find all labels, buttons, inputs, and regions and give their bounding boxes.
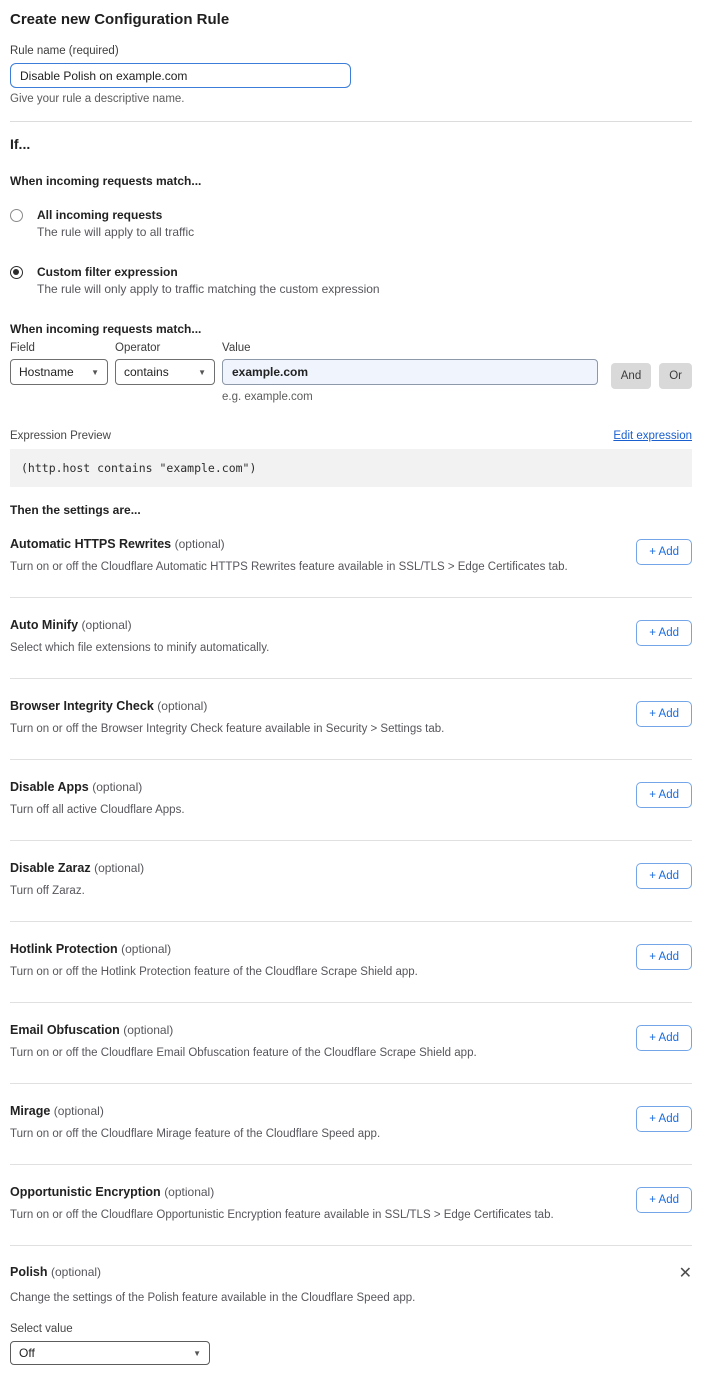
setting-description: Turn on or off the Cloudflare Automatic … — [10, 561, 568, 573]
setting-optional-tag: (optional) — [92, 780, 142, 794]
value-label: Value — [222, 342, 598, 354]
add-setting-button[interactable]: + Add — [636, 539, 692, 565]
field-select-value: Hostname — [19, 365, 74, 379]
add-setting-button[interactable]: + Add — [636, 1106, 692, 1132]
section-divider — [10, 121, 692, 122]
polish-value-select[interactable]: Off ▼ — [10, 1341, 210, 1365]
radio-button-icon[interactable] — [10, 266, 23, 279]
add-setting-button[interactable]: + Add — [636, 701, 692, 727]
field-label: Field — [10, 342, 108, 354]
radio-label: Custom filter expression — [37, 265, 380, 279]
add-setting-button[interactable]: + Add — [636, 1187, 692, 1213]
setting-row: Disable Zaraz (optional) Turn off Zaraz.… — [10, 841, 692, 922]
setting-description: Select which file extensions to minify a… — [10, 642, 269, 654]
operator-select-value: contains — [124, 365, 169, 379]
setting-row: Opportunistic Encryption (optional) Turn… — [10, 1165, 692, 1246]
setting-optional-tag: (optional) — [121, 942, 171, 956]
setting-description: Turn on or off the Browser Integrity Che… — [10, 723, 444, 735]
setting-row: Hotlink Protection (optional) Turn on or… — [10, 922, 692, 1003]
setting-optional-tag: (optional) — [51, 1265, 101, 1279]
setting-description: Turn off all active Cloudflare Apps. — [10, 804, 185, 816]
setting-row: Disable Apps (optional) Turn off all act… — [10, 760, 692, 841]
setting-description: Change the settings of the Polish featur… — [10, 1292, 692, 1304]
field-select[interactable]: Hostname ▼ — [10, 359, 108, 385]
operator-label: Operator — [115, 342, 215, 354]
and-button[interactable]: And — [611, 363, 651, 389]
setting-title: Automatic HTTPS Rewrites (optional) — [10, 537, 568, 551]
radio-all-incoming-requests[interactable]: All incoming requests The rule will appl… — [10, 208, 692, 239]
expression-preview-label: Expression Preview — [10, 430, 111, 442]
setting-row: Mirage (optional) Turn on or off the Clo… — [10, 1084, 692, 1165]
setting-title: Disable Zaraz (optional) — [10, 861, 144, 875]
add-setting-button[interactable]: + Add — [636, 1025, 692, 1051]
setting-optional-tag: (optional) — [164, 1185, 214, 1199]
add-setting-button[interactable]: + Add — [636, 944, 692, 970]
setting-description: Turn off Zaraz. — [10, 885, 144, 897]
setting-optional-tag: (optional) — [175, 537, 225, 551]
setting-description: Turn on or off the Cloudflare Opportunis… — [10, 1209, 554, 1221]
if-heading: If... — [10, 136, 692, 152]
match-type-radio-group: All incoming requests The rule will appl… — [10, 208, 692, 296]
setting-title: Polish (optional) — [10, 1265, 101, 1279]
setting-description: Turn on or off the Hotlink Protection fe… — [10, 966, 418, 978]
setting-title: Opportunistic Encryption (optional) — [10, 1185, 554, 1199]
chevron-down-icon: ▼ — [198, 368, 206, 377]
expression-builder: Field Hostname ▼ Operator contains ▼ Val… — [10, 342, 692, 403]
setting-row: Email Obfuscation (optional) Turn on or … — [10, 1003, 692, 1084]
setting-description: Turn on or off the Cloudflare Email Obfu… — [10, 1047, 477, 1059]
rule-name-hint: Give your rule a descriptive name. — [10, 93, 692, 105]
polish-select-value: Off — [19, 1346, 35, 1360]
rule-name-input[interactable] — [10, 63, 351, 88]
setting-title: Email Obfuscation (optional) — [10, 1023, 477, 1037]
setting-optional-tag: (optional) — [94, 861, 144, 875]
setting-title: Disable Apps (optional) — [10, 780, 185, 794]
setting-description: Turn on or off the Cloudflare Mirage fea… — [10, 1128, 380, 1140]
expression-preview-code: (http.host contains "example.com") — [10, 449, 692, 487]
or-button[interactable]: Or — [659, 363, 692, 389]
setting-optional-tag: (optional) — [82, 618, 132, 632]
radio-custom-filter-expression[interactable]: Custom filter expression The rule will o… — [10, 265, 692, 296]
radio-description: The rule will only apply to traffic matc… — [37, 282, 380, 296]
edit-expression-link[interactable]: Edit expression — [613, 430, 692, 442]
value-hint: e.g. example.com — [222, 391, 598, 403]
setting-row: Browser Integrity Check (optional) Turn … — [10, 679, 692, 760]
select-value-label: Select value — [10, 1323, 692, 1335]
setting-title: Hotlink Protection (optional) — [10, 942, 418, 956]
expression-preview-header: Expression Preview Edit expression — [10, 430, 692, 442]
polish-setting-section: Polish (optional) ✕ Change the settings … — [10, 1246, 692, 1365]
radio-label: All incoming requests — [37, 208, 194, 222]
radio-button-icon[interactable] — [10, 209, 23, 222]
then-settings-heading: Then the settings are... — [10, 503, 692, 517]
setting-optional-tag: (optional) — [54, 1104, 104, 1118]
value-input[interactable] — [222, 359, 598, 385]
create-configuration-rule-page: Create new Configuration Rule Rule name … — [0, 0, 705, 1373]
operator-select[interactable]: contains ▼ — [115, 359, 215, 385]
expression-builder-label: When incoming requests match... — [10, 322, 692, 336]
radio-description: The rule will apply to all traffic — [37, 225, 194, 239]
add-setting-button[interactable]: + Add — [636, 620, 692, 646]
chevron-down-icon: ▼ — [193, 1349, 201, 1358]
setting-title: Browser Integrity Check (optional) — [10, 699, 444, 713]
page-title: Create new Configuration Rule — [10, 11, 692, 28]
rule-name-label: Rule name (required) — [10, 45, 692, 57]
setting-optional-tag: (optional) — [123, 1023, 173, 1037]
close-icon[interactable]: ✕ — [679, 1266, 692, 1282]
setting-row: Auto Minify (optional) Select which file… — [10, 598, 692, 679]
add-setting-button[interactable]: + Add — [636, 863, 692, 889]
incoming-requests-match-label: When incoming requests match... — [10, 174, 692, 188]
add-setting-button[interactable]: + Add — [636, 782, 692, 808]
setting-row: Automatic HTTPS Rewrites (optional) Turn… — [10, 517, 692, 598]
setting-optional-tag: (optional) — [157, 699, 207, 713]
settings-list: Automatic HTTPS Rewrites (optional) Turn… — [10, 517, 692, 1246]
setting-title: Mirage (optional) — [10, 1104, 380, 1118]
setting-title: Auto Minify (optional) — [10, 618, 269, 632]
chevron-down-icon: ▼ — [91, 368, 99, 377]
